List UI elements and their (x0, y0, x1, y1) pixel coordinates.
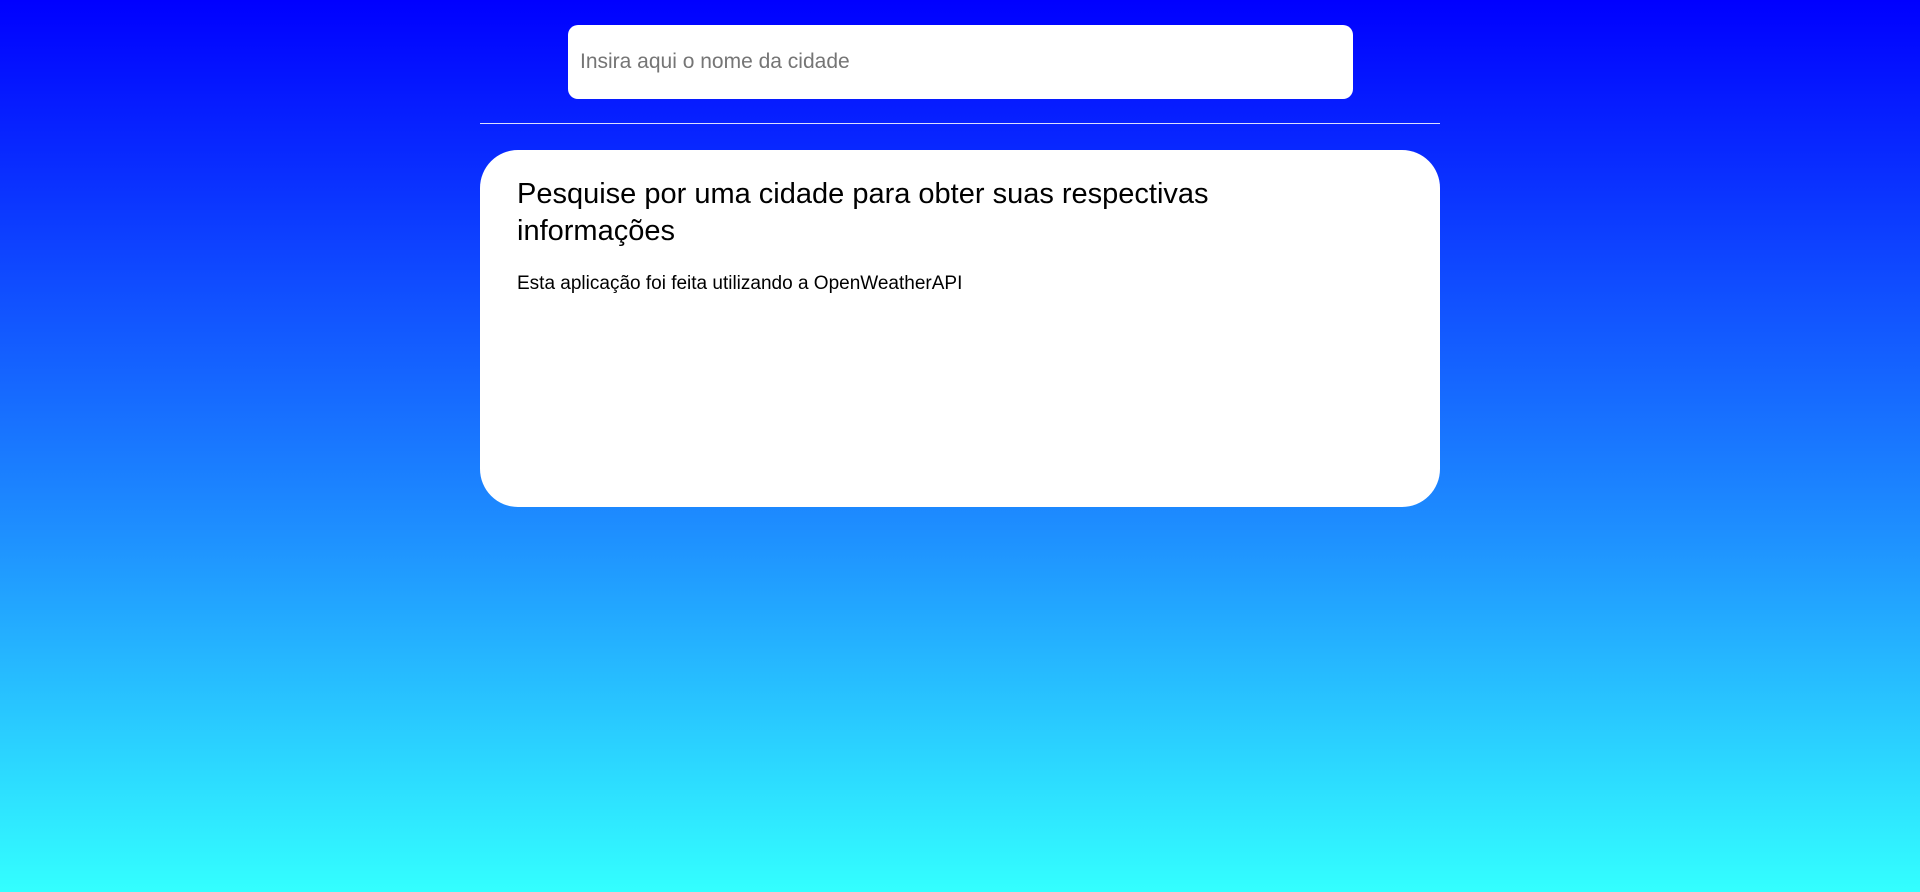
search-bar (568, 25, 1353, 99)
divider (480, 123, 1440, 124)
info-card: Pesquise por uma cidade para obter suas … (480, 150, 1440, 507)
info-card-title: Pesquise por uma cidade para obter suas … (517, 178, 1209, 247)
city-search-input[interactable] (568, 25, 1353, 99)
info-card-subtitle: Esta aplicação foi feita utilizando a Op… (517, 273, 963, 294)
